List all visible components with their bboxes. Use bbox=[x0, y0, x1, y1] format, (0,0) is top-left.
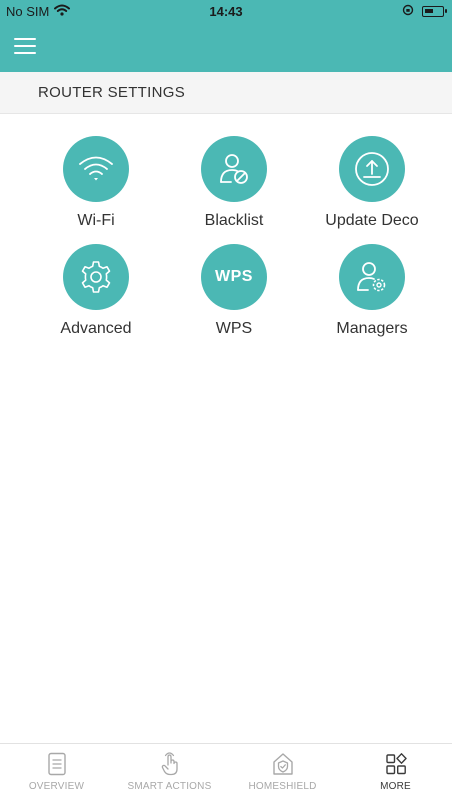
status-bar: No SIM 14:43 bbox=[0, 0, 452, 22]
tile-managers[interactable]: Managers bbox=[312, 244, 432, 354]
gear-icon bbox=[63, 244, 129, 310]
tile-label: WPS bbox=[215, 320, 253, 337]
tab-label: MORE bbox=[380, 781, 411, 792]
wps-icon: WPS bbox=[201, 244, 267, 310]
section-title: ROUTER SETTINGS bbox=[0, 72, 452, 114]
hand-tap-icon bbox=[159, 752, 181, 776]
grid-more-icon bbox=[385, 752, 407, 776]
tile-wps[interactable]: WPS WPS bbox=[174, 244, 294, 354]
bottom-tab-bar: OVERVIEW SMART ACTIONS HOMESHIELD MORE bbox=[0, 743, 452, 809]
upload-icon bbox=[339, 136, 405, 202]
orientation-lock-icon bbox=[402, 4, 414, 19]
top-bar: No SIM 14:43 bbox=[0, 0, 452, 72]
tile-label: Advanced bbox=[60, 320, 132, 337]
wifi-icon bbox=[63, 136, 129, 202]
tab-more[interactable]: MORE bbox=[339, 744, 452, 809]
wps-icon-text: WPS bbox=[215, 268, 253, 285]
tile-wifi[interactable]: Wi-Fi bbox=[36, 136, 156, 246]
tab-label: SMART ACTIONS bbox=[127, 781, 212, 792]
status-right bbox=[402, 4, 447, 19]
tile-blacklist[interactable]: Blacklist bbox=[174, 136, 294, 246]
phone-screen: No SIM 14:43 ROUTER SETTINGS Wi-Fi Black… bbox=[0, 0, 452, 809]
battery-icon bbox=[422, 6, 447, 17]
tab-label: HOMESHIELD bbox=[248, 781, 317, 792]
tile-advanced[interactable]: Advanced bbox=[36, 244, 156, 354]
status-time: 14:43 bbox=[209, 4, 243, 19]
tile-label: Update Deco bbox=[325, 212, 419, 229]
tab-label: OVERVIEW bbox=[28, 781, 85, 792]
tile-label: Managers bbox=[336, 320, 408, 337]
tab-homeshield[interactable]: HOMESHIELD bbox=[226, 744, 339, 809]
tab-smart-actions[interactable]: SMART ACTIONS bbox=[113, 744, 226, 809]
home-shield-icon bbox=[272, 752, 294, 776]
user-gear-icon bbox=[339, 244, 405, 310]
document-icon bbox=[46, 752, 68, 776]
tile-update-deco[interactable]: Update Deco bbox=[312, 136, 432, 246]
user-block-icon bbox=[201, 136, 267, 202]
hamburger-menu-icon[interactable] bbox=[12, 38, 38, 58]
tile-label: Wi-Fi bbox=[77, 212, 115, 229]
tab-overview[interactable]: OVERVIEW bbox=[0, 744, 113, 809]
tile-label: Blacklist bbox=[204, 212, 264, 229]
